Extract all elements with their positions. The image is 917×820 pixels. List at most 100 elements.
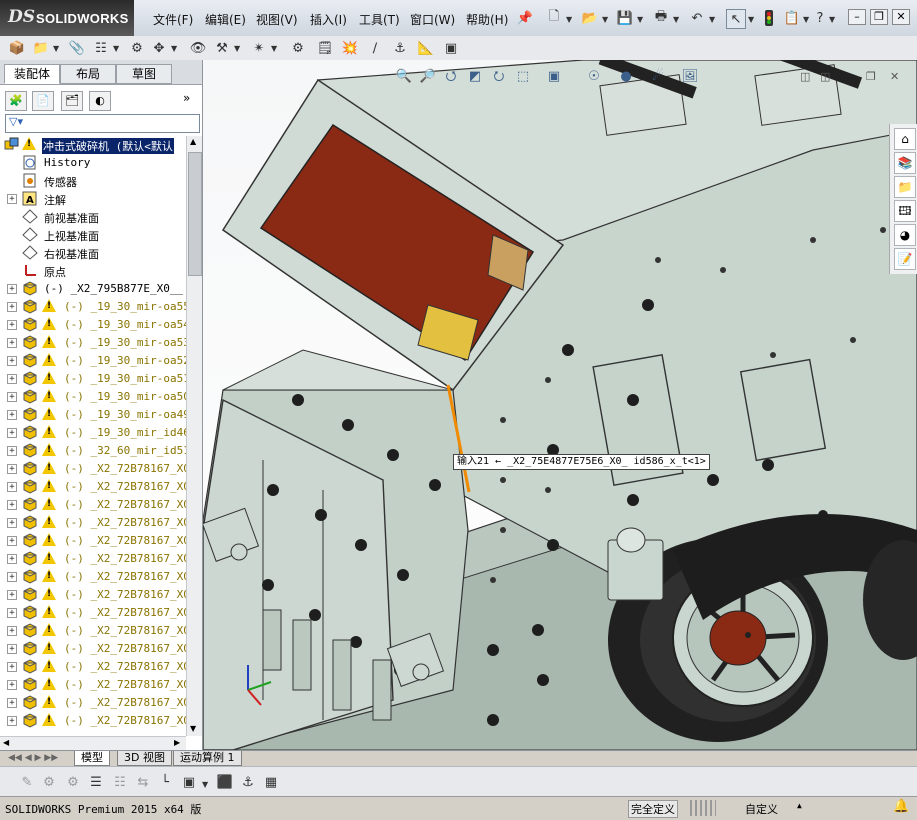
menu-file[interactable]: 文件(F) <box>153 11 193 28</box>
dynamic-annotation-icon[interactable]: ⭮ <box>490 68 508 86</box>
menu-window[interactable]: 窗口(W) <box>410 11 455 28</box>
tree-item[interactable]: 前视基准面 <box>0 208 186 226</box>
bill-of-materials-icon[interactable]: 🗒 <box>316 39 334 57</box>
tree-item[interactable]: + (-) _X2_72B78167_X0_ <box>0 694 186 712</box>
expand-icon[interactable]: + <box>7 626 17 636</box>
undo-icon[interactable]: ↶ <box>688 9 706 27</box>
zoom-to-fit-icon[interactable]: 🔍 <box>395 68 413 86</box>
chevron-down-icon[interactable]: ▼ <box>602 15 608 24</box>
tree-item[interactable]: 右视基准面 <box>0 244 186 262</box>
custom-properties-icon[interactable]: 📝 <box>894 248 916 270</box>
menu-help[interactable]: 帮助(H) <box>466 11 508 28</box>
tree-item[interactable]: 传感器 <box>0 172 186 190</box>
menu-insert[interactable]: 插入(I) <box>310 11 347 28</box>
restore-icon[interactable]: ❐ <box>870 9 888 25</box>
expand-icon[interactable]: + <box>7 698 17 708</box>
show-hidden-icon[interactable]: 👁 <box>189 39 207 57</box>
expand-icon[interactable]: + <box>7 410 17 420</box>
expand-icon[interactable]: + <box>7 446 17 456</box>
chevron-down-icon[interactable]: ▼ <box>637 15 643 24</box>
scroll-left-icon[interactable]: ◀ <box>3 738 9 747</box>
instant3d-icon[interactable]: ▣ <box>442 39 460 57</box>
tree-item[interactable]: + (-) _X2_72B78167_X0_ <box>0 604 186 622</box>
tree-item[interactable]: + (-) _X2_72B78167_X0_ <box>0 532 186 550</box>
hide-show-items-icon[interactable]: ☉ <box>585 68 603 86</box>
expand-icon[interactable]: + <box>7 572 17 582</box>
linear-pattern-icon[interactable]: ☷ <box>92 39 110 57</box>
tree-item[interactable]: + (-) _32_60_mir_id51_x <box>0 442 186 460</box>
file-explorer-icon[interactable]: 📁 <box>894 176 916 198</box>
chevron-down-icon[interactable]: ▼ <box>803 15 809 24</box>
tree-item[interactable]: + (-) _19_30_mir-oa49_i <box>0 406 186 424</box>
tree-item[interactable]: + (-) _19_30_mir-oa55_i <box>0 298 186 316</box>
expand-icon[interactable]: + <box>7 356 17 366</box>
tree-item[interactable]: + (-) _X2_72B78167_X0_ <box>0 622 186 640</box>
tree-item[interactable]: History <box>0 154 186 172</box>
viewport-close-icon[interactable]: ✕ <box>890 70 899 83</box>
tree-item[interactable]: + (-) _19_30_mir_id46_x <box>0 424 186 442</box>
expand-icon[interactable]: + <box>7 302 17 312</box>
zoom-to-area-icon[interactable]: 🔎 <box>419 68 437 86</box>
print-icon[interactable]: 🖶 <box>652 9 670 27</box>
expand-icon[interactable]: + <box>7 608 17 618</box>
appearances-icon[interactable]: ◕ <box>894 224 916 246</box>
expand-icon[interactable]: + <box>7 644 17 654</box>
expand-icon[interactable]: + <box>7 518 17 528</box>
cube-icon[interactable]: ⬛ <box>216 773 234 791</box>
gear-icon[interactable]: ⚙ <box>64 773 82 791</box>
tab-sketch[interactable]: 草图 <box>116 64 172 84</box>
expand-icon[interactable]: + <box>7 590 17 600</box>
tree-item[interactable]: + (-) _X2_72B78167_X0_ <box>0 712 186 730</box>
display-manager-tab-icon[interactable]: ◐ <box>89 91 111 111</box>
edit-component-icon[interactable]: ✎ <box>18 773 36 791</box>
smart-dimension-icon[interactable]: └ <box>156 773 174 791</box>
design-library-icon[interactable]: 📚 <box>894 152 916 174</box>
tree-item[interactable]: + (-) _X2_72B78167_X0_ <box>0 514 186 532</box>
graphics-area[interactable] <box>203 60 917 750</box>
expand-icon[interactable]: + <box>7 554 17 564</box>
viewport-tile-icon[interactable]: ◫ <box>820 70 830 83</box>
tree-filter-input[interactable]: ▽▾ <box>5 114 200 133</box>
chevron-down-icon[interactable]: ▼ <box>271 44 277 53</box>
notifications-icon[interactable]: 🔔 <box>893 799 909 814</box>
expand-icon[interactable]: + <box>7 662 17 672</box>
assembly-features-icon[interactable]: ⚒ <box>213 39 231 57</box>
flip-icon[interactable]: ⇆ <box>134 773 152 791</box>
tab-3d-view[interactable]: 3D 视图 <box>117 751 172 766</box>
solidworks-logo[interactable]: DS SOLIDWORKS <box>0 0 134 36</box>
tree-item[interactable]: + (-) _X2_72B78167_X0_ <box>0 478 186 496</box>
new-document-icon[interactable]: 🗋 <box>545 9 563 27</box>
tree-item[interactable]: + (-) _19_30_mir-oa51_i <box>0 370 186 388</box>
apply-scene-icon[interactable]: ☄ <box>649 68 667 86</box>
tree-item[interactable]: + (-) _X2_795B877E_X0__ 20 <box>0 280 186 298</box>
scroll-up-icon[interactable]: ▲ <box>190 137 196 146</box>
scroll-right-icon[interactable]: ▶ <box>174 738 180 747</box>
select-arrow-icon[interactable]: ↖ <box>726 9 746 29</box>
expand-icon[interactable]: + <box>7 428 17 438</box>
tree-item[interactable]: + (-) _19_30_mir-oa52_i <box>0 352 186 370</box>
tree-vertical-scrollbar[interactable]: ▲ ▼ <box>186 136 202 736</box>
tree-item[interactable]: + (-) _19_30_mir-oa53_i <box>0 334 186 352</box>
expand-icon[interactable]: + <box>7 338 17 348</box>
component-tools-icon[interactable]: ⚙ <box>40 773 58 791</box>
tree-item[interactable]: + (-) _X2_72B78167_X0_ <box>0 640 186 658</box>
tree-item[interactable]: + (-) _X2_72B78167_X0_ <box>0 676 186 694</box>
expand-icon[interactable]: + <box>7 536 17 546</box>
chevron-down-icon[interactable]: ▼ <box>709 15 715 24</box>
tab-motion-study[interactable]: 运动算例 1 <box>173 751 242 766</box>
tab-scroll-icons[interactable]: ◀◀ ◀ ▶ ▶▶ <box>8 753 58 763</box>
expand-tabs-icon[interactable]: » <box>183 91 190 105</box>
mate-icon[interactable]: 📎 <box>68 39 86 57</box>
tree-item[interactable]: + (-) _19_30_mir-oa50_i <box>0 388 186 406</box>
chevron-down-icon[interactable]: ▼ <box>673 15 679 24</box>
tree-root-assembly[interactable]: 冲击式破碎机 (默认<默认 <box>0 136 186 154</box>
feature-tree-tab-icon[interactable]: 🧩 <box>5 91 27 111</box>
new-part-icon[interactable]: 📁 <box>32 39 50 57</box>
tree-horizontal-scrollbar[interactable]: ◀ ▶ <box>0 736 186 751</box>
tree-item[interactable]: 原点 <box>0 262 186 280</box>
expand-icon[interactable]: + <box>7 500 17 510</box>
rebuild-traffic-light-icon[interactable] <box>760 9 778 27</box>
file-properties-icon[interactable]: 📋 <box>783 9 801 27</box>
expand-icon[interactable]: + <box>7 482 17 492</box>
help-question-icon[interactable]: ? <box>811 9 829 27</box>
